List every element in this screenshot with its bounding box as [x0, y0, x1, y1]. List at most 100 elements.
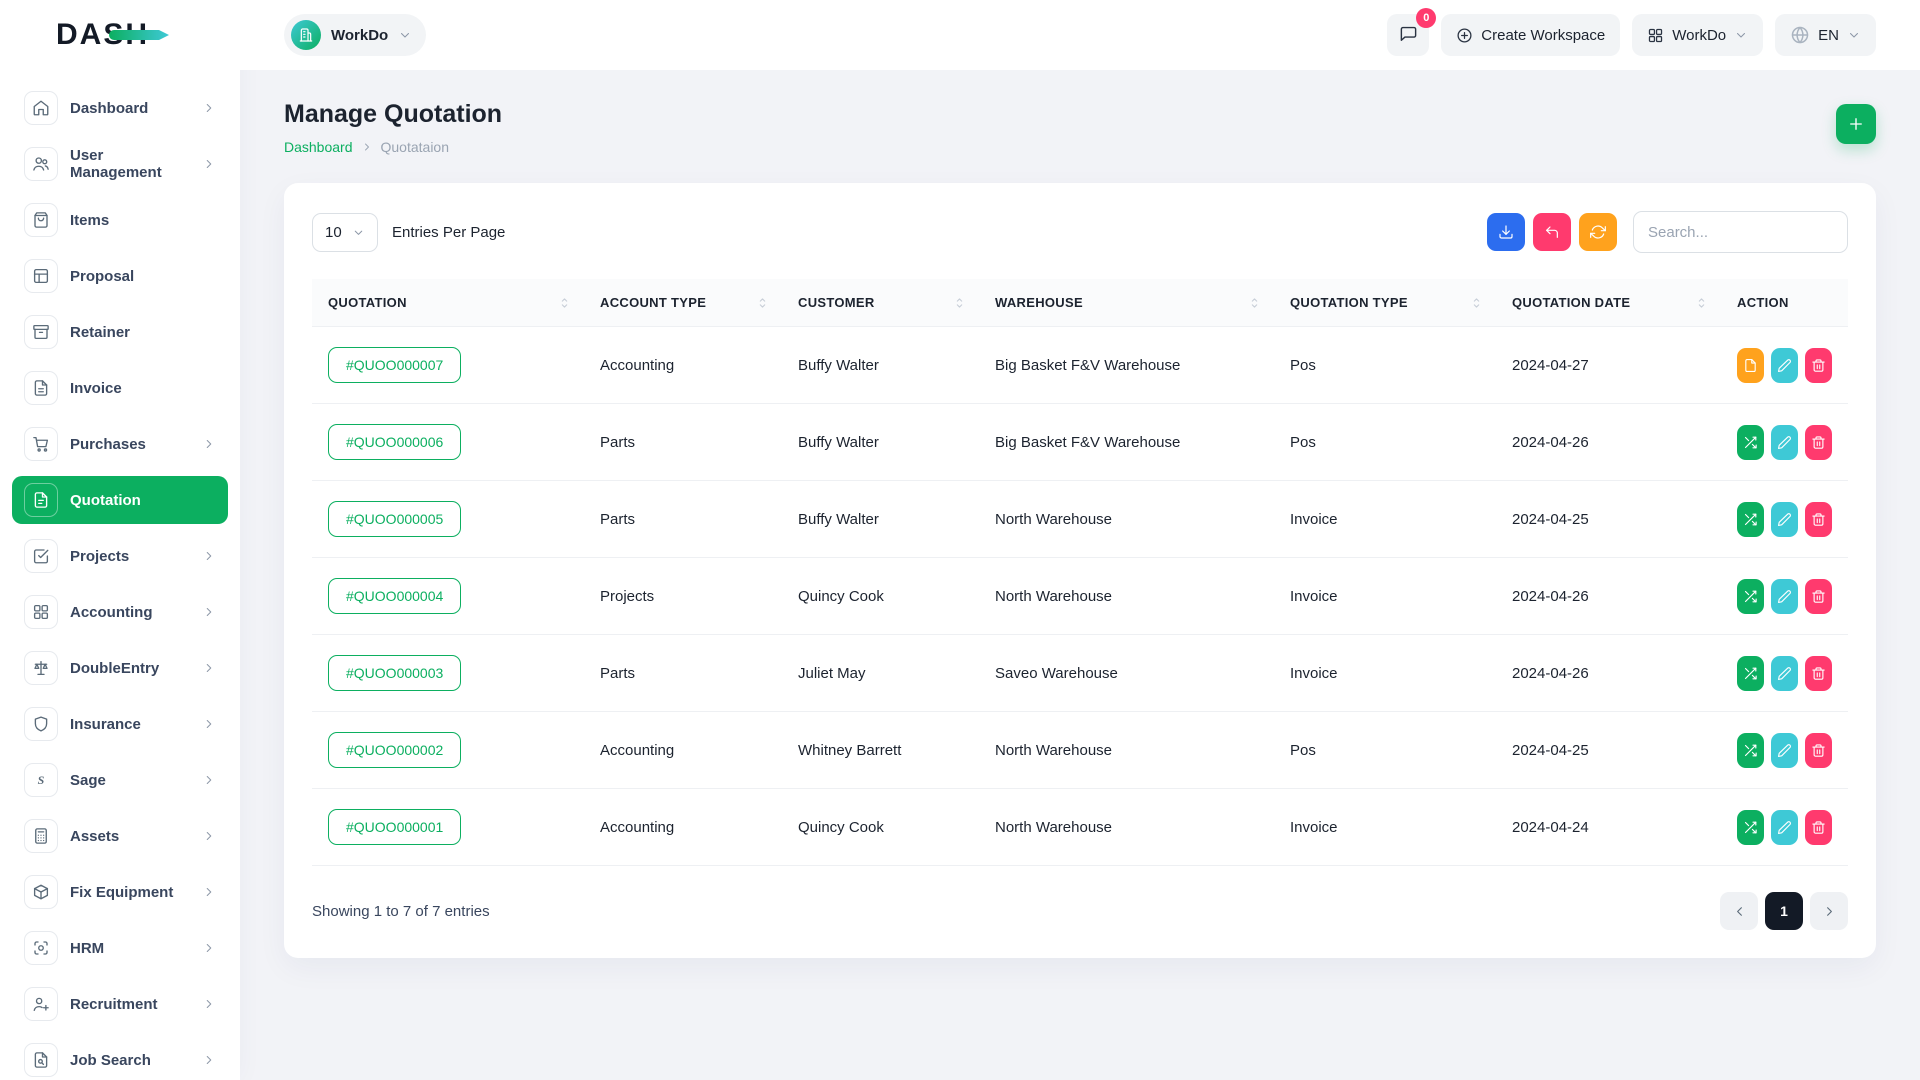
column-header-quotation-type[interactable]: QUOTATION TYPE [1274, 279, 1496, 327]
messages-badge: 0 [1416, 8, 1436, 28]
refresh-button[interactable] [1579, 213, 1617, 251]
chevron-right-icon [202, 437, 216, 451]
sidebar-item-label: Items [70, 212, 109, 229]
column-header-customer[interactable]: CUSTOMER [782, 279, 979, 327]
delete-button[interactable] [1805, 425, 1832, 460]
convert-button[interactable] [1737, 579, 1764, 614]
app-logo[interactable]: DASH [0, 0, 240, 70]
export-button[interactable] [1487, 213, 1525, 251]
sidebar-item-hrm[interactable]: HRM [12, 924, 228, 972]
table-body: #QUOO000007AccountingBuffy WalterBig Bas… [312, 327, 1848, 866]
sidebar-item-job-search[interactable]: Job Search [12, 1036, 228, 1080]
sort-icon[interactable] [557, 295, 572, 310]
sidebar-item-quotation[interactable]: Quotation [12, 476, 228, 524]
sidebar-item-label: Dashboard [70, 100, 148, 117]
edit-button[interactable] [1771, 502, 1798, 537]
edit-button[interactable] [1771, 579, 1798, 614]
sidebar-item-invoice[interactable]: Invoice [12, 364, 228, 412]
column-header-quotation-date[interactable]: QUOTATION DATE [1496, 279, 1721, 327]
convert-button[interactable] [1737, 656, 1764, 691]
quotation-number-link[interactable]: #QUOO000006 [328, 424, 461, 460]
sidebar-item-retainer[interactable]: Retainer [12, 308, 228, 356]
sidebar-item-assets[interactable]: Assets [12, 812, 228, 860]
quotation-number-link[interactable]: #QUOO000005 [328, 501, 461, 537]
page-title: Manage Quotation [284, 100, 502, 129]
sidebar-item-sage[interactable]: SSage [12, 756, 228, 804]
duplicate-button[interactable] [1737, 348, 1764, 383]
trash-icon [1811, 435, 1826, 450]
entries-per-page-select[interactable]: 10 [312, 213, 378, 252]
sort-icon[interactable] [1694, 295, 1709, 310]
chevron-right-icon [202, 773, 216, 787]
chevron-right-icon [1822, 904, 1837, 919]
sort-icon[interactable] [755, 295, 770, 310]
sort-icon[interactable] [1469, 295, 1484, 310]
pagination-prev-button[interactable] [1720, 892, 1758, 930]
sidebar-item-dashboard[interactable]: Dashboard [12, 84, 228, 132]
sidebar-item-doubleentry[interactable]: DoubleEntry [12, 644, 228, 692]
workdo-menu-button[interactable]: WorkDo [1632, 14, 1763, 56]
sidebar-item-purchases[interactable]: Purchases [12, 420, 228, 468]
language-selector[interactable]: EN [1775, 14, 1876, 56]
convert-button[interactable] [1737, 502, 1764, 537]
warehouse-cell: Saveo Warehouse [979, 635, 1274, 712]
sidebar-item-fix-equipment[interactable]: Fix Equipment [12, 868, 228, 916]
customer-cell: Quincy Cook [782, 558, 979, 635]
quotation-number-link[interactable]: #QUOO000007 [328, 347, 461, 383]
edit-button[interactable] [1771, 733, 1798, 768]
edit-button[interactable] [1771, 810, 1798, 845]
svg-text:S: S [38, 773, 45, 787]
sidebar-item-projects[interactable]: Projects [12, 532, 228, 580]
quotation-number-link[interactable]: #QUOO000002 [328, 732, 461, 768]
convert-button[interactable] [1737, 733, 1764, 768]
breadcrumb-item-dashboard[interactable]: Dashboard [284, 139, 353, 155]
delete-button[interactable] [1805, 348, 1832, 383]
sort-icon[interactable] [1247, 295, 1262, 310]
column-header-account-type[interactable]: ACCOUNT TYPE [584, 279, 782, 327]
chevron-right-icon [202, 717, 216, 731]
convert-button[interactable] [1737, 425, 1764, 460]
sidebar-item-proposal[interactable]: Proposal [12, 252, 228, 300]
undo-button[interactable] [1533, 213, 1571, 251]
sidebar-item-recruitment[interactable]: Recruitment [12, 980, 228, 1028]
edit-button[interactable] [1771, 425, 1798, 460]
convert-button[interactable] [1737, 810, 1764, 845]
shuffle-icon [1743, 589, 1758, 604]
create-workspace-button[interactable]: Create Workspace [1441, 14, 1620, 56]
quotation-number-link[interactable]: #QUOO000001 [328, 809, 461, 845]
row-actions [1737, 425, 1832, 460]
delete-button[interactable] [1805, 733, 1832, 768]
delete-button[interactable] [1805, 810, 1832, 845]
delete-button[interactable] [1805, 502, 1832, 537]
add-quotation-button[interactable] [1836, 104, 1876, 144]
workspace-switcher[interactable]: WorkDo [284, 14, 426, 56]
warehouse-cell: Big Basket F&V Warehouse [979, 404, 1274, 481]
scale-icon [24, 651, 58, 685]
edit-button[interactable] [1771, 656, 1798, 691]
column-label: QUOTATION [328, 295, 407, 310]
check-square-icon [24, 539, 58, 573]
sidebar-item-items[interactable]: Items [12, 196, 228, 244]
column-header-quotation[interactable]: QUOTATION [312, 279, 584, 327]
sidebar-item-user-management[interactable]: User Management [12, 140, 228, 188]
pagination-next-button[interactable] [1810, 892, 1848, 930]
pagination-page-1[interactable]: 1 [1765, 892, 1803, 930]
sidebar-item-insurance[interactable]: Insurance [12, 700, 228, 748]
quotation-number-link[interactable]: #QUOO000003 [328, 655, 461, 691]
sidebar-item-label: Fix Equipment [70, 884, 173, 901]
sidebar-item-accounting[interactable]: Accounting [12, 588, 228, 636]
quotation-number-link[interactable]: #QUOO000004 [328, 578, 461, 614]
download-icon [1498, 224, 1514, 240]
customer-cell: Buffy Walter [782, 481, 979, 558]
column-header-warehouse[interactable]: WAREHOUSE [979, 279, 1274, 327]
edit-button[interactable] [1771, 348, 1798, 383]
sort-icon[interactable] [952, 295, 967, 310]
delete-button[interactable] [1805, 579, 1832, 614]
messages-button[interactable]: 0 [1387, 14, 1429, 56]
search-input[interactable] [1633, 211, 1848, 253]
customer-cell: Quincy Cook [782, 789, 979, 866]
grid-icon [24, 595, 58, 629]
customer-cell: Whitney Barrett [782, 712, 979, 789]
delete-button[interactable] [1805, 656, 1832, 691]
customer-cell: Buffy Walter [782, 327, 979, 404]
